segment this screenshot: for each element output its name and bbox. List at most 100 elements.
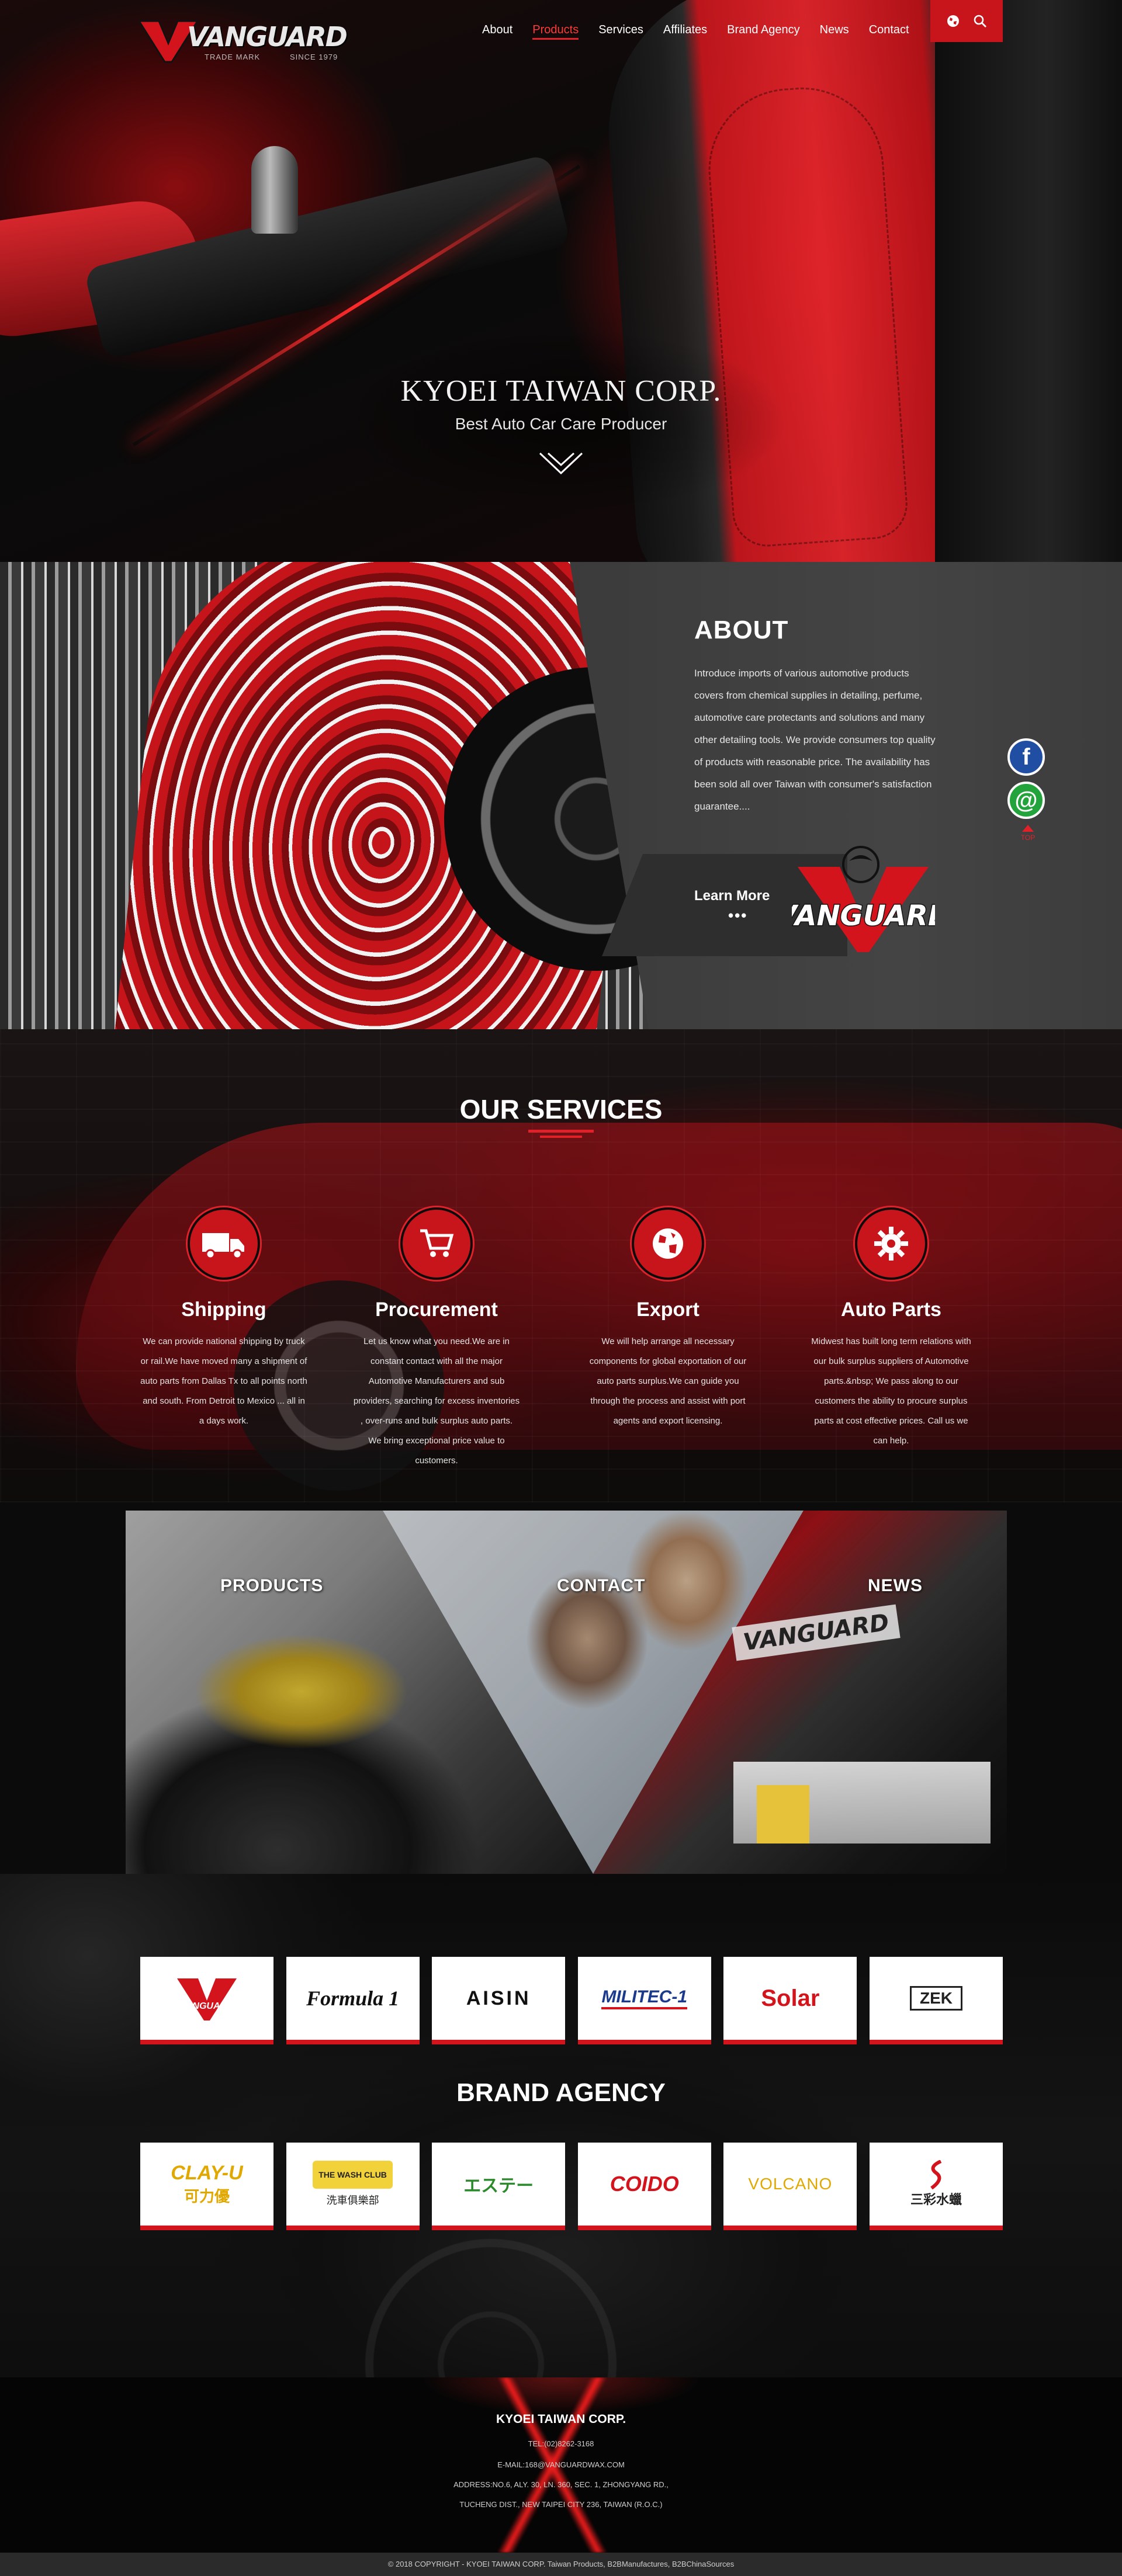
service-icon-badge (632, 1207, 704, 1280)
service-auto-parts[interactable]: Auto Parts Midwest has built long term r… (795, 1207, 988, 1451)
brand-name: THE WASH CLUB (313, 2161, 393, 2189)
brand-row-1: VANGUARD Formula 1 AISIN MILITEC-1 Solar… (140, 1957, 1003, 2044)
brand-formula-1[interactable]: Formula 1 (286, 1957, 420, 2044)
truck-icon (202, 1233, 244, 1259)
brand-st[interactable]: エステー (432, 2143, 566, 2230)
service-export[interactable]: Export We will help arrange all necessar… (572, 1207, 764, 1431)
nav-affiliates[interactable]: Affiliates (663, 23, 707, 40)
hero-banner: KYOEI TAIWAN CORP. Best Auto Car Care Pr… (0, 0, 1122, 562)
heading-underline-short (540, 1136, 582, 1138)
nav-news[interactable]: News (820, 23, 849, 40)
brand-subname: 洗車俱樂部 (326, 2195, 379, 2206)
brand-name: VANGUARD (180, 2001, 234, 2011)
news-photo-booth-counter (757, 1785, 809, 1844)
brands-bg-wheel (351, 2224, 631, 2400)
service-icon-badge (188, 1207, 260, 1280)
learn-more-link[interactable]: Learn More (694, 888, 770, 904)
logo-wordmark: VANGUARD (187, 21, 348, 53)
nav-services[interactable]: Services (598, 23, 643, 40)
globe-icon (653, 1228, 683, 1259)
brand-militec[interactable]: MILITEC-1 (577, 1957, 711, 2044)
brand-aisin[interactable]: AISIN (432, 1957, 566, 2044)
globe-icon[interactable] (946, 14, 960, 28)
contact-panel-label[interactable]: CONTACT (557, 1576, 645, 1596)
cart-icon (420, 1229, 454, 1257)
brand-name: Solar (761, 1985, 820, 2011)
service-shipping[interactable]: Shipping We can provide national shippin… (127, 1207, 320, 1431)
brand-subname: 可力優 (183, 2188, 230, 2205)
about-heading: ABOUT (694, 616, 789, 644)
nav-tools (930, 0, 1003, 42)
service-title: Auto Parts (841, 1299, 941, 1321)
brand-clay-u[interactable]: CLAY-U 可力優 (140, 2143, 273, 2230)
main-menu: About Products Services Affiliates Brand… (482, 23, 929, 40)
brand-name: 三彩水蠟 (910, 2192, 962, 2207)
service-procurement[interactable]: Procurement Let us know what you need.We… (340, 1207, 533, 1471)
back-to-top-button[interactable]: TOP (1007, 825, 1048, 842)
brand-name: エステー (463, 2176, 534, 2196)
facebook-icon[interactable]: f (1007, 738, 1045, 776)
about-section: ABOUT Introduce imports of various autom… (0, 562, 1122, 1029)
brand-name: AISIN (466, 1987, 531, 2009)
service-title: Procurement (375, 1299, 498, 1321)
brand-name: COIDO (610, 2172, 679, 2196)
footer-address-line-1: ADDRESS:NO.6, ALY. 30, LN. 360, SEC. 1, … (453, 2480, 669, 2489)
brand-row-2: CLAY-U 可力優 THE WASH CLUB 洗車俱樂部 エステー COID… (140, 2143, 1003, 2230)
back-to-top-label: TOP (1020, 834, 1036, 842)
floating-social-bar: f @ TOP (1007, 738, 1048, 842)
service-text: Let us know what you need.We are in cons… (353, 1336, 520, 1466)
svg-text:VANGUARD: VANGUARD (792, 900, 935, 932)
logo-since: SINCE 1979 (290, 53, 338, 61)
service-icon-badge (400, 1207, 473, 1280)
service-icon-badge (855, 1207, 927, 1280)
brand-name: Formula 1 (306, 1987, 400, 2010)
feature-panels: VANGUARD PRODUCTS CONTACT NEWS (126, 1511, 1007, 1874)
footer-tel[interactable]: TEL:(02)8262-3168 (0, 2439, 1122, 2448)
brand-vanguard[interactable]: VANGUARD (140, 1957, 273, 2044)
sancai-logo-icon (930, 2160, 942, 2189)
logo-trademark: TRADE MARK (205, 53, 261, 61)
gear-icon (874, 1227, 908, 1261)
service-text: Midwest has built long term relations wi… (811, 1336, 971, 1446)
scroll-down-chevron-icon[interactable] (538, 450, 584, 478)
search-icon[interactable] (973, 14, 987, 28)
products-panel-label[interactable]: PRODUCTS (220, 1576, 323, 1596)
service-text: We can provide national shipping by truc… (140, 1336, 307, 1426)
brand-wash-club[interactable]: THE WASH CLUB 洗車俱樂部 (286, 2143, 420, 2230)
vanguard-brand-logo-icon (177, 1978, 237, 2020)
services-section: OUR SERVICES Shipping We can provide nat… (0, 1029, 1122, 1502)
nav-about[interactable]: About (482, 23, 512, 40)
nav-products[interactable]: Products (532, 23, 579, 40)
email-icon[interactable]: @ (1007, 782, 1045, 819)
news-panel-label[interactable]: NEWS (868, 1576, 923, 1596)
brand-solar[interactable]: Solar (723, 1957, 857, 2044)
brand-zek[interactable]: ZEK (869, 1957, 1003, 2044)
services-heading: OUR SERVICES (459, 1094, 663, 1124)
copyright-bar: © 2018 COPYRIGHT - KYOEI TAIWAN CORP. Ta… (0, 2553, 1122, 2576)
brand-name: ZEK (909, 1986, 962, 2011)
brand-sancai[interactable]: 三彩水蠟 (869, 2143, 1003, 2230)
service-text: We will help arrange all necessary compo… (589, 1336, 747, 1426)
hero-title: KYOEI TAIWAN CORP. (400, 374, 722, 408)
brand-name: VOLCANO (748, 2175, 833, 2193)
brand-volcano[interactable]: VOLCANO (723, 2143, 857, 2230)
vanguard-logo[interactable]: VANGUARD TRADE MARK SINCE 1979 (139, 16, 348, 65)
learn-more-dots[interactable]: ••• (728, 907, 747, 925)
top-navigation: VANGUARD TRADE MARK SINCE 1979 About Pro… (0, 0, 1122, 63)
arrow-up-icon (1022, 825, 1034, 832)
footer-company-name: KYOEI TAIWAN CORP. (496, 2412, 626, 2426)
brand-agency-section: VANGUARD Formula 1 AISIN MILITEC-1 Solar… (0, 1874, 1122, 2400)
nav-brand-agency[interactable]: Brand Agency (727, 23, 800, 40)
footer: KYOEI TAIWAN CORP. TEL:(02)8262-3168 E-M… (0, 2377, 1122, 2553)
footer-address-line-2: TUCHENG DIST., NEW TAIPEI CITY 236, TAIW… (459, 2500, 663, 2509)
vanguard-badge-logo: VANGUARD (792, 846, 935, 952)
brand-name: CLAY-U (171, 2162, 243, 2184)
brand-name: MILITEC-1 (601, 1987, 688, 2009)
nav-contact[interactable]: Contact (869, 23, 909, 40)
hero-subtitle: Best Auto Car Care Producer (455, 415, 667, 433)
brand-coido[interactable]: COIDO (577, 2143, 711, 2230)
heading-underline (528, 1130, 594, 1133)
brand-agency-heading: BRAND AGENCY (456, 2078, 666, 2107)
about-body: Introduce imports of various automotive … (694, 668, 936, 812)
footer-email[interactable]: E-MAIL:168@VANGUARDWAX.COM (0, 2460, 1122, 2469)
